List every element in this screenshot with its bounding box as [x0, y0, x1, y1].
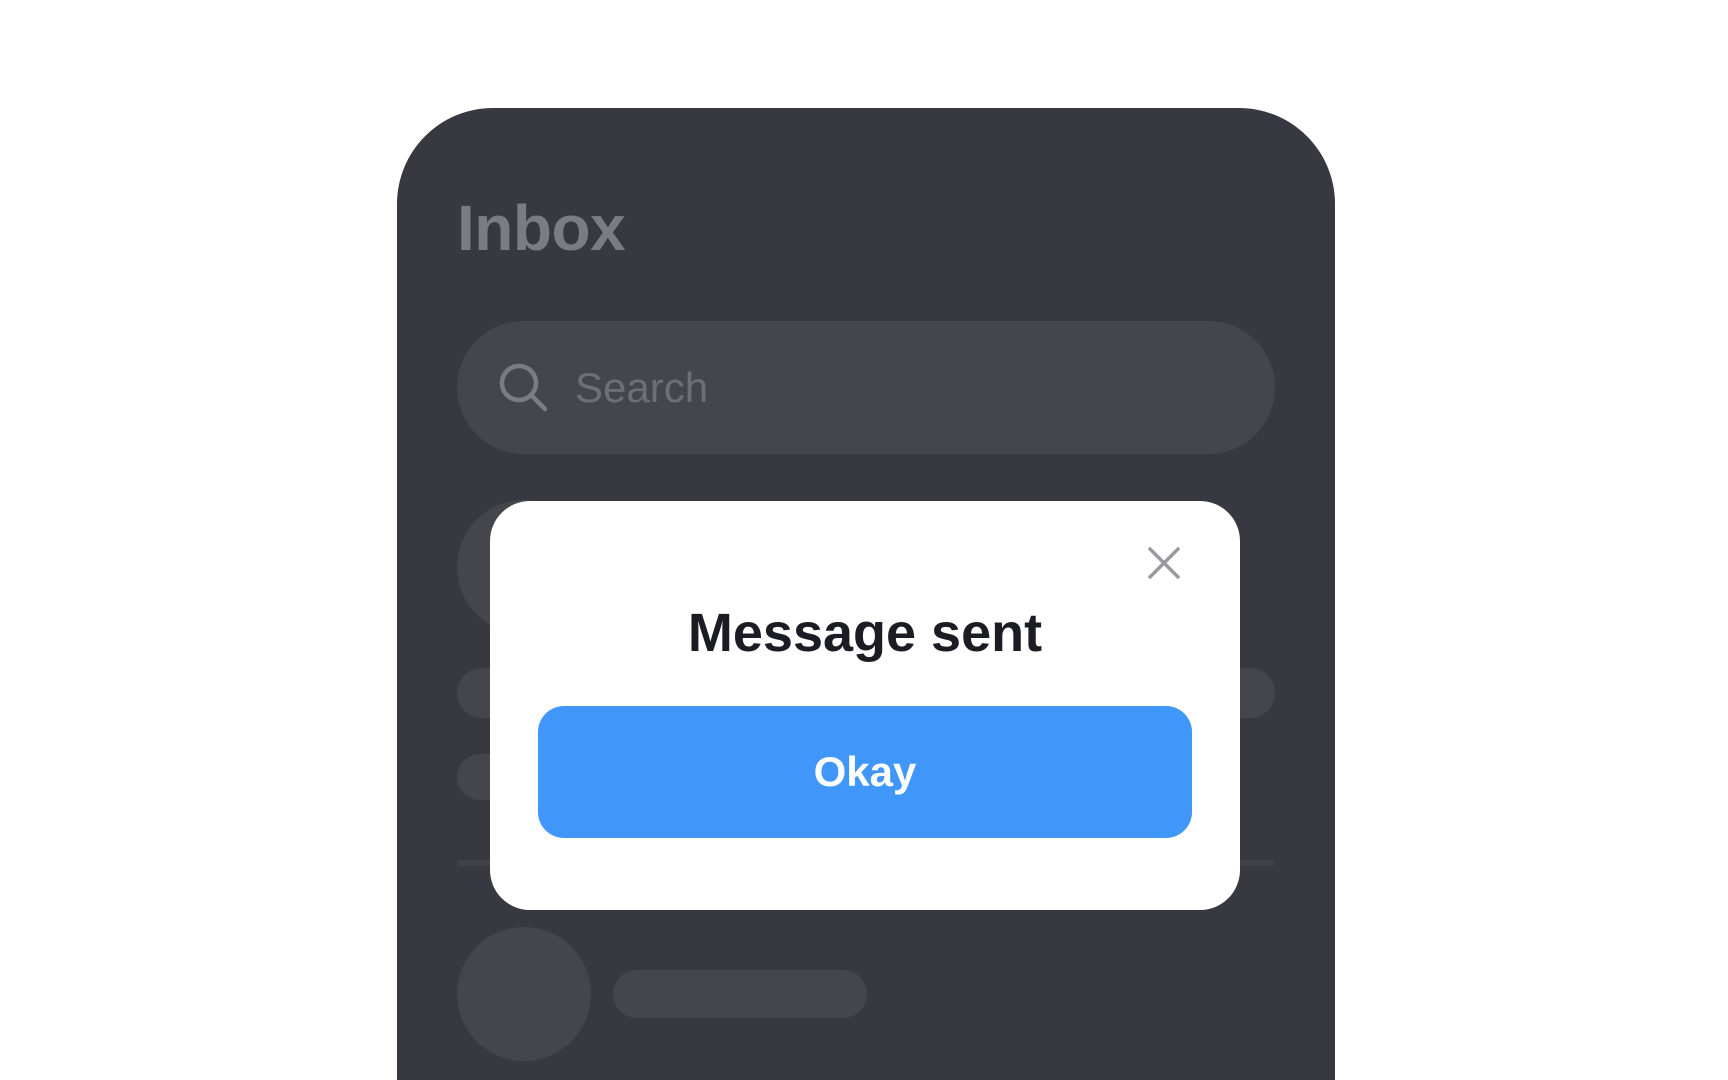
search-input[interactable]	[575, 363, 1175, 412]
dialog-title: Message sent	[687, 603, 1043, 663]
app-stage: Inbox Message sent Okay	[0, 0, 1728, 1080]
message-sent-dialog: Message sent Okay	[490, 501, 1240, 910]
page-title: Inbox	[457, 192, 626, 264]
text-placeholder	[613, 970, 867, 1018]
search-icon	[499, 363, 548, 411]
close-icon	[1148, 547, 1180, 579]
okay-button[interactable]: Okay	[538, 706, 1192, 838]
close-button[interactable]	[1142, 541, 1186, 585]
search-bar[interactable]	[457, 321, 1275, 454]
avatar-placeholder	[457, 927, 591, 1061]
